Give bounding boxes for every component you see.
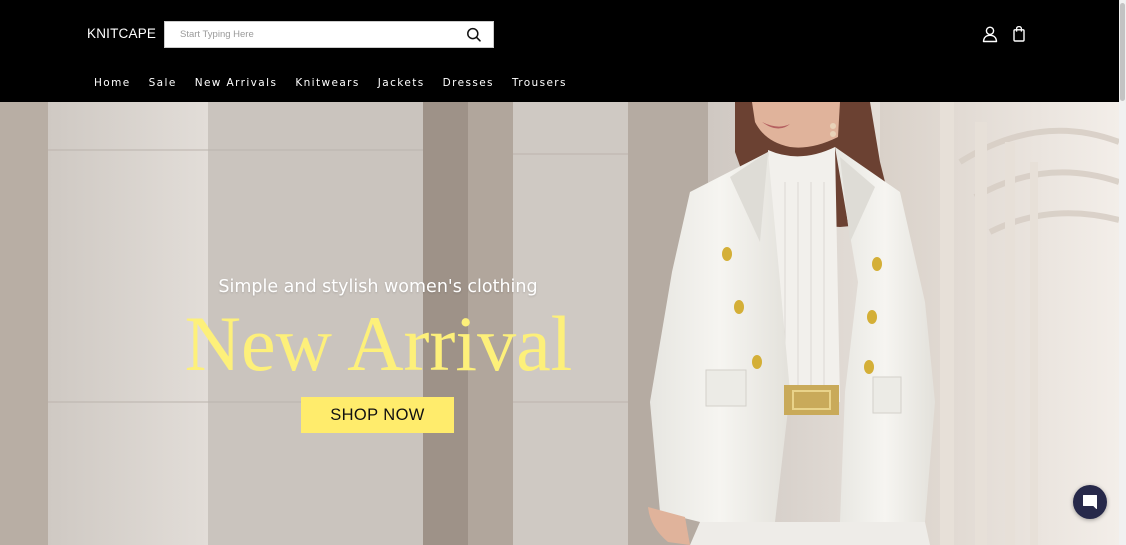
search-icon[interactable] xyxy=(465,26,483,44)
site-header: KNITCAPE Home Sale New Arrivals Knitwear… xyxy=(0,0,1119,102)
nav-item-home[interactable]: Home xyxy=(94,77,131,91)
search-bar xyxy=(164,21,494,48)
shopping-bag-icon[interactable] xyxy=(1010,25,1028,43)
chat-bubble-icon xyxy=(1083,495,1097,509)
hero-title: New Arrival xyxy=(184,300,573,387)
nav-item-trousers[interactable]: Trousers xyxy=(512,77,567,91)
brand-logo[interactable]: KNITCAPE xyxy=(87,26,156,41)
shop-now-button[interactable]: SHOP NOW xyxy=(301,397,454,433)
nav-item-dresses[interactable]: Dresses xyxy=(443,77,494,91)
hero-copy: Simple and stylish women's clothing New … xyxy=(0,102,760,545)
main-nav: Home Sale New Arrivals Knitwears Jackets… xyxy=(94,77,585,91)
chat-launcher-button[interactable] xyxy=(1073,485,1107,519)
nav-item-jackets[interactable]: Jackets xyxy=(378,77,425,91)
page-scrollbar[interactable] xyxy=(1119,0,1126,545)
search-input[interactable] xyxy=(165,22,455,47)
user-icon[interactable] xyxy=(981,25,999,43)
nav-item-new-arrivals[interactable]: New Arrivals xyxy=(195,77,278,91)
scrollbar-thumb[interactable] xyxy=(1120,3,1125,101)
nav-item-knitwears[interactable]: Knitwears xyxy=(295,77,359,91)
hero-banner: Simple and stylish women's clothing New … xyxy=(0,102,1119,545)
nav-item-sale[interactable]: Sale xyxy=(149,77,177,91)
